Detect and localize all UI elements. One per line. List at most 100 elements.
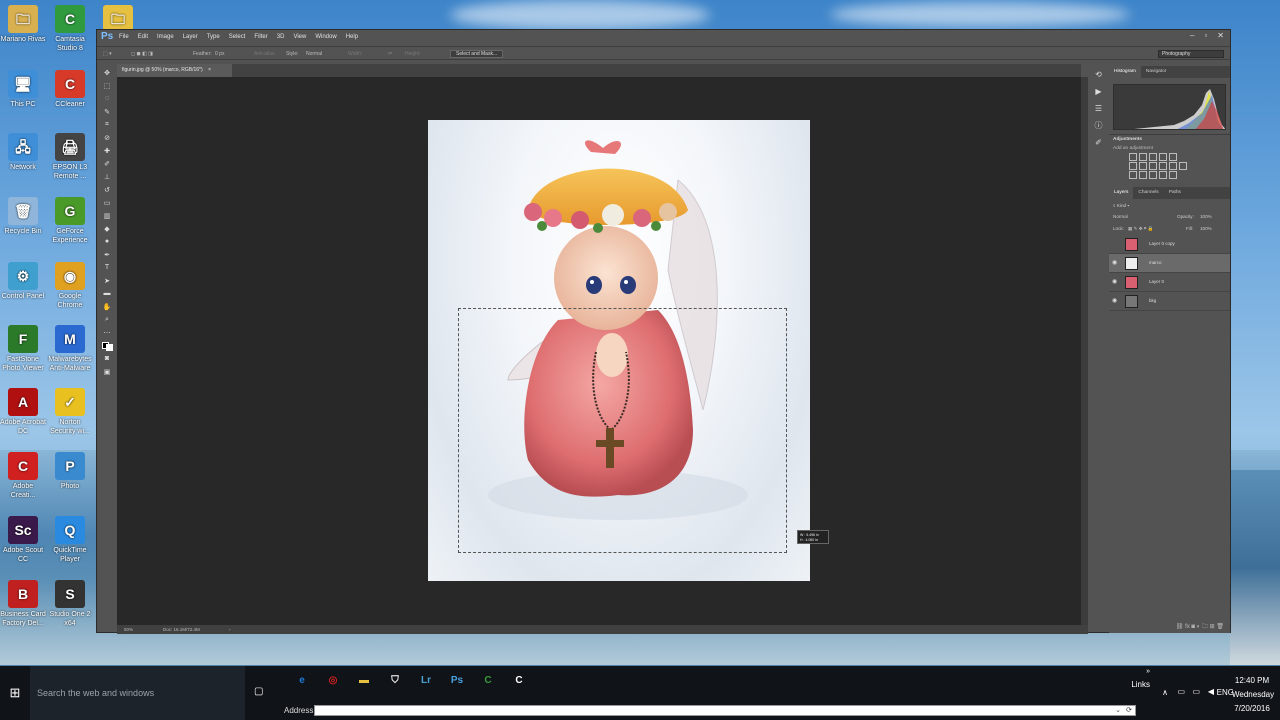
play-actions-icon[interactable]: ▶	[1090, 83, 1107, 100]
pen-tool-icon[interactable]: ✒	[98, 248, 116, 261]
maximize-icon[interactable]: ▫	[1204, 31, 1207, 40]
levels-icon[interactable]	[1139, 153, 1147, 161]
dropdown-icon[interactable]: ⌄	[1115, 706, 1121, 714]
layer-row[interactable]: ◉ bkg	[1109, 292, 1230, 311]
layer-name[interactable]: marco	[1149, 260, 1162, 265]
gradient-map-icon[interactable]	[1159, 171, 1167, 179]
document-tab[interactable]: figurin.jpg @ 50% (marco, RGB/16*) ×	[117, 64, 232, 77]
visibility-eye-icon[interactable]: ◉	[1112, 259, 1117, 266]
desktop-icon[interactable]: A Adobe Acrobat DC	[0, 388, 46, 436]
opacity-input[interactable]: 100%	[1200, 214, 1212, 219]
doc-size[interactable]: Doc: 16.1M/72.4M	[163, 625, 200, 634]
eraser-tool-icon[interactable]: ▭	[98, 196, 116, 209]
close-tab-icon[interactable]: ×	[208, 67, 211, 73]
hand-tool-icon[interactable]: ✋	[98, 300, 116, 313]
menu-item[interactable]: Edit	[138, 34, 148, 40]
menu-item[interactable]: Window	[315, 34, 336, 40]
network-icon[interactable]: ▭	[1192, 687, 1200, 696]
quick-mask-icon[interactable]: ◙	[98, 352, 116, 365]
desktop-icon[interactable]: ⚙ Control Panel	[0, 262, 46, 301]
quick-select-tool-icon[interactable]: ✎	[98, 105, 116, 118]
task-view-icon[interactable]: ▢	[254, 686, 263, 697]
taskbar-app-lightroom-icon[interactable]: Lr	[416, 670, 436, 690]
close-icon[interactable]: ✕	[1217, 31, 1224, 40]
history-panel-icon[interactable]: ⟲	[1090, 66, 1107, 83]
menu-item[interactable]: Layer	[183, 34, 198, 40]
selective-color-icon[interactable]	[1169, 171, 1177, 179]
menu-item[interactable]: View	[293, 34, 306, 40]
desktop-icon[interactable]: M Malwarebytes Anti-Malware	[47, 325, 93, 373]
workspace-select[interactable]: Photography	[1158, 50, 1224, 58]
hue-icon[interactable]	[1129, 162, 1137, 170]
desktop-icon[interactable]: F FastStone Photo Viewer	[0, 325, 46, 373]
black-white-icon[interactable]	[1149, 162, 1157, 170]
layer-row[interactable]: Layer 0 copy	[1109, 235, 1230, 254]
feather-input[interactable]: 0 px	[215, 51, 224, 57]
vertical-scrollbar[interactable]	[1081, 77, 1088, 625]
properties-panel-icon[interactable]: ☰	[1090, 100, 1107, 117]
brightness-icon[interactable]	[1129, 153, 1137, 161]
taskbar-app-camtasia-icon[interactable]: C	[478, 670, 498, 690]
tab-histogram[interactable]: Histogram	[1109, 66, 1141, 78]
blend-mode-select[interactable]: Normal	[1113, 214, 1128, 219]
notification-icon[interactable]: ▭	[1177, 687, 1185, 696]
marquee-tool-icon[interactable]: ⬚	[98, 79, 116, 92]
channel-mixer-icon[interactable]	[1169, 162, 1177, 170]
crop-tool-icon[interactable]: ⌗	[98, 118, 116, 131]
desktop-icon[interactable]: 🖨 EPSON L3 Remote ...	[47, 133, 93, 181]
fill-input[interactable]: 100%	[1200, 226, 1212, 231]
layer-name[interactable]: Layer 0	[1149, 279, 1164, 284]
invert-icon[interactable]	[1129, 171, 1137, 179]
clock[interactable]: 12:40 PM Wednesday 7/20/2016	[1232, 674, 1274, 716]
desktop-icon[interactable]: S Studio One 2 x64	[47, 580, 93, 628]
rectangular-marquee-selection[interactable]	[458, 308, 787, 553]
desktop-icon[interactable]: ◉ Google Chrome	[47, 262, 93, 310]
desktop-icon[interactable]: C Adobe Creati...	[0, 452, 46, 500]
eyedropper-tool-icon[interactable]: ⊘	[98, 131, 116, 144]
shape-tool-icon[interactable]: ▬	[98, 287, 116, 300]
zoom-level[interactable]: 50%	[124, 625, 133, 634]
taskbar-app-camtasia-recorder-icon[interactable]: C	[509, 670, 529, 690]
curves-icon[interactable]	[1149, 153, 1157, 161]
type-tool-icon[interactable]: T	[98, 261, 116, 274]
photo-filter-icon[interactable]	[1159, 162, 1167, 170]
desktop-icon[interactable]: 🖧 Network	[0, 133, 46, 172]
exposure-icon[interactable]	[1159, 153, 1167, 161]
volume-icon[interactable]: ◀	[1208, 687, 1214, 696]
taskbar-app-photoshop-icon[interactable]: Ps	[447, 670, 467, 690]
desktop-icon[interactable]: P Photo	[47, 452, 93, 491]
status-arrow-icon[interactable]: ›	[229, 625, 231, 634]
lasso-tool-icon[interactable]: ◌	[98, 92, 116, 105]
posterize-icon[interactable]	[1139, 171, 1147, 179]
zoom-tool-icon[interactable]: ⌕	[98, 313, 116, 326]
desktop-icon[interactable]: G GeForce Experience	[47, 197, 93, 245]
desktop-icon[interactable]: 🗑 Recycle Bin	[0, 197, 46, 236]
path-selection-tool-icon[interactable]: ➤	[98, 274, 116, 287]
menu-item[interactable]: 3D	[277, 34, 285, 40]
history-brush-tool-icon[interactable]: ↺	[98, 183, 116, 196]
brush-settings-icon[interactable]: ✐	[1090, 134, 1107, 151]
screen-mode-icon[interactable]: ▣	[98, 365, 116, 378]
layer-row[interactable]: ◉ Layer 0	[1109, 273, 1230, 292]
menu-item[interactable]: Type	[207, 34, 220, 40]
desktop-icon[interactable]: C Camtasia Studio 8	[47, 5, 93, 53]
desktop-icon[interactable]: 🗀 Mariano Rivas	[0, 5, 46, 44]
search-input[interactable]: Search the web and windows	[30, 666, 245, 720]
desktop-icon[interactable]: B Business Card Factory Del...	[0, 580, 46, 628]
layers-footer-icons[interactable]: ⛓ fx ◙ ◐ 🗀 ⊞ 🗑	[1109, 621, 1230, 633]
more-tools-icon[interactable]: ⋯	[98, 326, 116, 339]
refresh-icon[interactable]: ⟳	[1126, 706, 1132, 714]
tab-channels[interactable]: Channels	[1133, 187, 1163, 199]
taskbar-app-store-icon[interactable]: ⛉	[385, 670, 405, 690]
marquee-tool-icon[interactable]: ⬚ ▾	[103, 51, 112, 57]
menu-item[interactable]: Help	[346, 34, 358, 40]
links-toolbar[interactable]: Links	[1131, 680, 1150, 689]
color-swatches-icon[interactable]	[98, 339, 116, 352]
links-expand-icon[interactable]: »	[1146, 668, 1150, 675]
dodge-tool-icon[interactable]: ●	[98, 235, 116, 248]
vibrance-icon[interactable]	[1169, 153, 1177, 161]
select-and-mask-button[interactable]: Select and Mask...	[450, 50, 504, 58]
clone-stamp-tool-icon[interactable]: ⊥	[98, 170, 116, 183]
color-lookup-icon[interactable]	[1179, 162, 1187, 170]
desktop-icon[interactable]: 🖥 This PC	[0, 70, 46, 109]
